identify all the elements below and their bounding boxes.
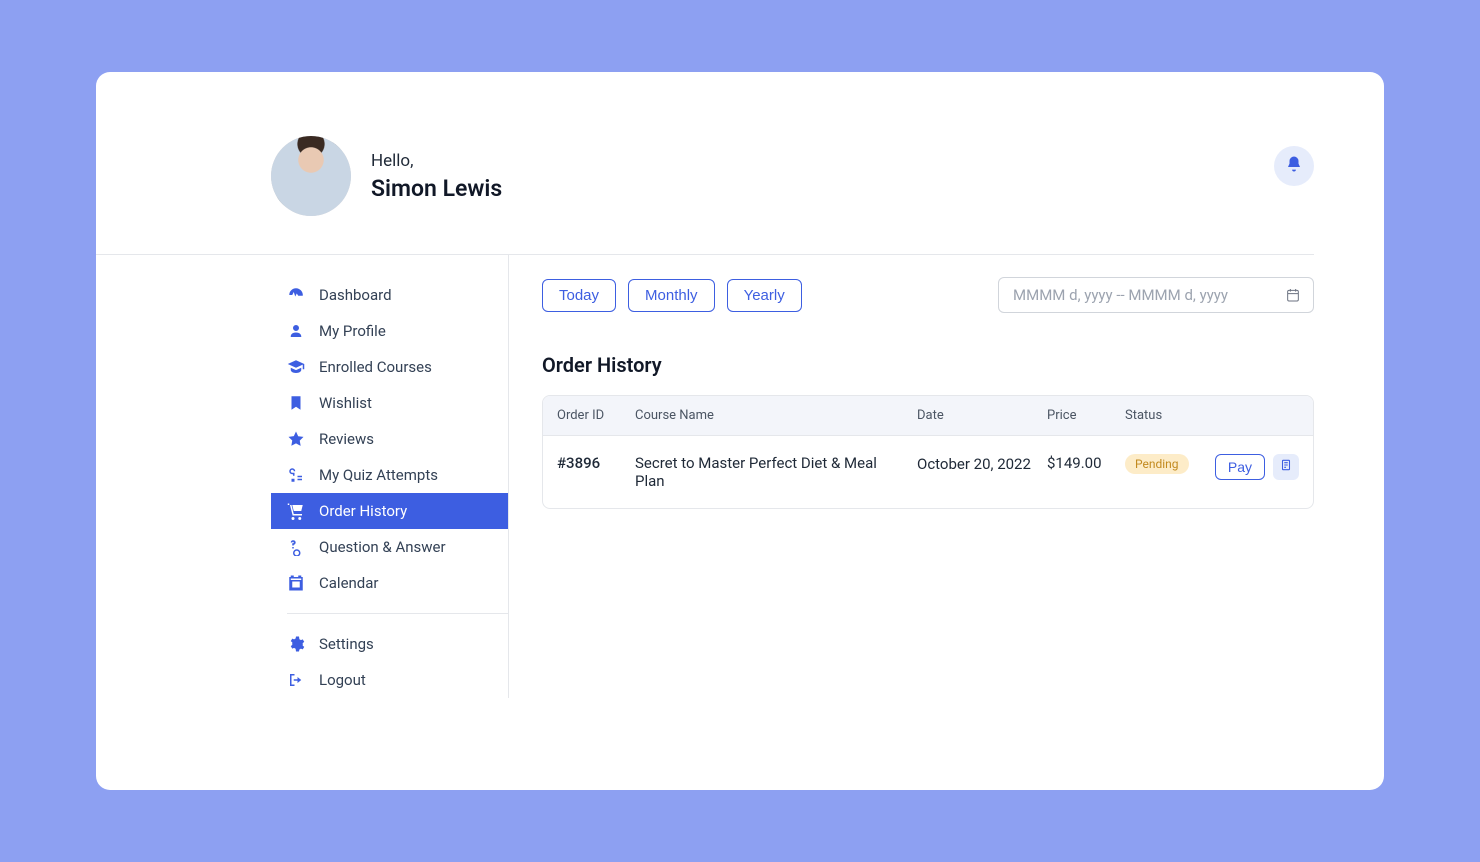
sidebar-item-label: Dashboard: [319, 286, 392, 304]
th-status: Status: [1125, 408, 1211, 423]
sidebar-item-order-history[interactable]: Order History: [271, 493, 508, 529]
date-range-placeholder: MMMM d, yyyy -- MMMM d, yyyy: [1013, 286, 1228, 304]
th-order-id: Order ID: [557, 408, 635, 423]
sidebar-item-wishlist[interactable]: Wishlist: [271, 385, 508, 421]
th-price: Price: [1047, 408, 1125, 423]
th-date: Date: [917, 408, 1047, 423]
graduation-icon: [287, 358, 305, 376]
sidebar-divider: [287, 613, 508, 614]
star-icon: [287, 430, 305, 448]
sidebar-item-label: Question & Answer: [319, 538, 446, 556]
sidebar-item-label: Order History: [319, 502, 407, 520]
status-badge: Pending: [1125, 454, 1189, 474]
sidebar-item-label: Logout: [319, 671, 366, 689]
sidebar-item-dashboard[interactable]: Dashboard: [271, 277, 508, 313]
page-title: Order History: [542, 353, 1314, 377]
sidebar-item-label: Calendar: [319, 574, 379, 592]
avatar: [271, 136, 351, 216]
calendar-icon: [287, 574, 305, 592]
calendar-icon: [1285, 287, 1301, 303]
sidebar-item-qa[interactable]: Question & Answer: [271, 529, 508, 565]
date-range-input[interactable]: MMMM d, yyyy -- MMMM d, yyyy: [998, 277, 1314, 313]
logout-icon: [287, 671, 305, 689]
sidebar-item-settings[interactable]: Settings: [271, 626, 508, 662]
sidebar-item-label: Wishlist: [319, 394, 372, 412]
cart-icon: [287, 502, 305, 520]
sidebar-item-reviews[interactable]: Reviews: [271, 421, 508, 457]
sidebar-item-enrolled-courses[interactable]: Enrolled Courses: [271, 349, 508, 385]
qa-icon: [287, 538, 305, 556]
greeting-text: Hello,: [371, 151, 502, 171]
filter-monthly-button[interactable]: Monthly: [628, 279, 715, 312]
user-name: Simon Lewis: [371, 175, 502, 202]
sidebar-item-profile[interactable]: My Profile: [271, 313, 508, 349]
pay-button[interactable]: Pay: [1215, 454, 1265, 480]
sidebar-item-logout[interactable]: Logout: [271, 662, 508, 698]
cell-date: October 20, 2022: [917, 454, 1047, 475]
th-course-name: Course Name: [635, 408, 917, 423]
gear-icon: [287, 635, 305, 653]
dashboard-icon: [287, 286, 305, 304]
sidebar-item-label: My Quiz Attempts: [319, 466, 438, 484]
filter-today-button[interactable]: Today: [542, 279, 616, 312]
cell-price: $149.00: [1047, 454, 1125, 472]
notifications-button[interactable]: [1274, 146, 1314, 186]
sidebar-item-quiz-attempts[interactable]: My Quiz Attempts: [271, 457, 508, 493]
row-action-button[interactable]: [1273, 454, 1299, 480]
cell-course-name: Secret to Master Perfect Diet & Meal Pla…: [635, 454, 917, 490]
quiz-icon: [287, 466, 305, 484]
sidebar-item-label: Enrolled Courses: [319, 358, 432, 376]
receipt-icon: [1279, 458, 1293, 476]
table-row: #3896 Secret to Master Perfect Diet & Me…: [543, 435, 1313, 508]
user-icon: [287, 322, 305, 340]
sidebar-item-label: Reviews: [319, 430, 374, 448]
bookmark-icon: [287, 394, 305, 412]
bell-icon: [1285, 155, 1303, 177]
filter-yearly-button[interactable]: Yearly: [727, 279, 802, 312]
sidebar-item-calendar[interactable]: Calendar: [271, 565, 508, 601]
sidebar-item-label: My Profile: [319, 322, 386, 340]
sidebar-item-label: Settings: [319, 635, 374, 653]
order-history-table: Order ID Course Name Date Price Status #…: [542, 395, 1314, 509]
cell-order-id: #3896: [557, 454, 635, 472]
